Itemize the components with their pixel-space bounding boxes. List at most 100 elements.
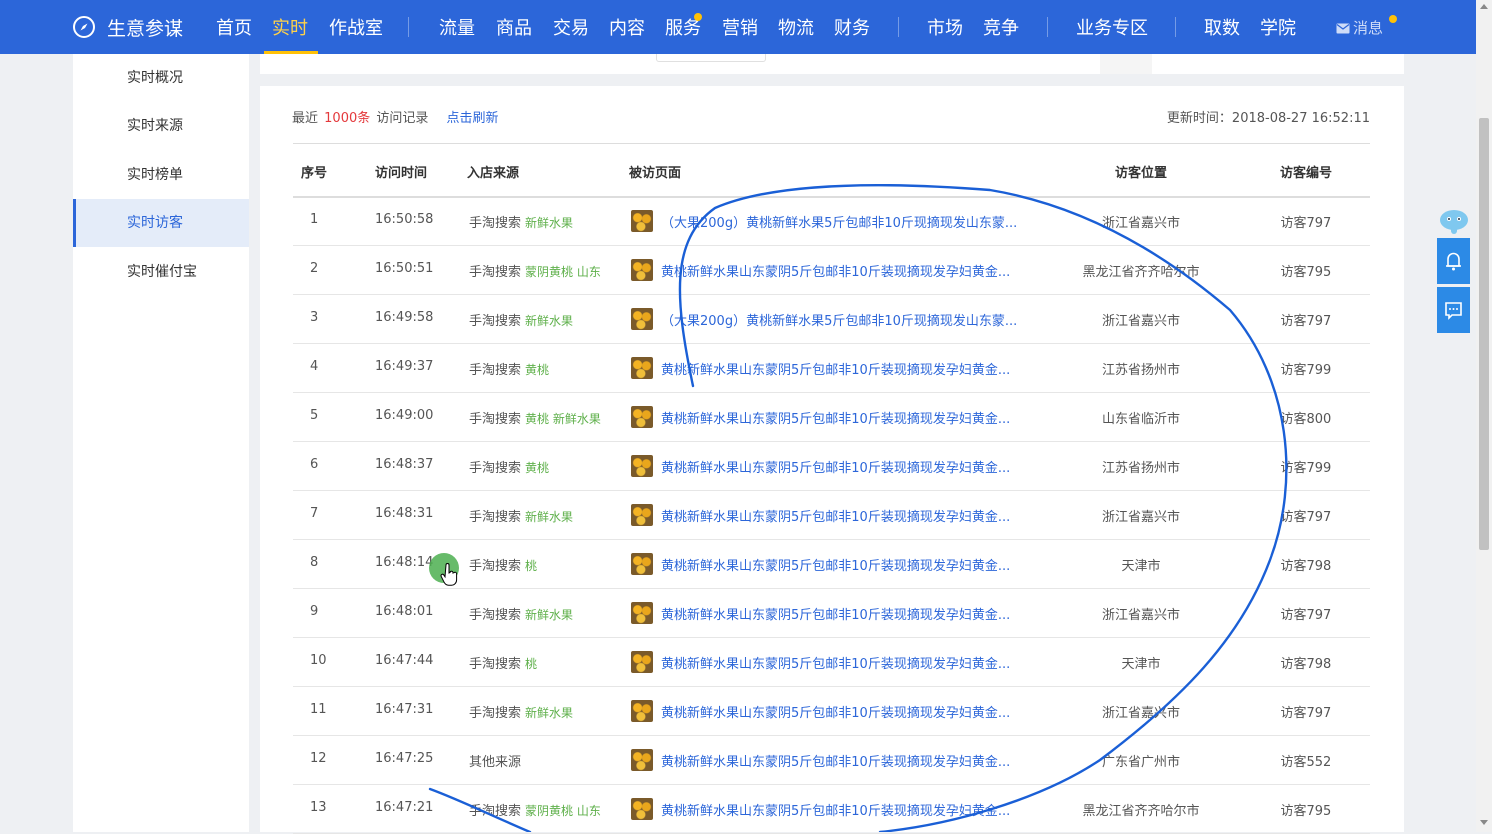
visited-page-link[interactable]: 黄桃新鲜水果山东蒙阴5斤包邮非10斤装现摘现发孕妇黄金... [661,555,1010,574]
visited-page-link[interactable]: （大果200g）黄桃新鲜水果5斤包邮非10斤现摘现发山东蒙... [661,310,1017,329]
search-keyword[interactable]: 新鲜水果 [525,510,573,524]
scroll-up-arrow[interactable] [1480,4,1488,9]
table-row: 1 16:50:58 手淘搜索 新鲜水果 （大果200g）黄桃新鲜水果5斤包邮非10斤现… [293,197,1370,246]
cell-visitor-id: 访客797 [1280,510,1332,525]
notification-button[interactable] [1437,238,1470,284]
cell-time: 16:50:58 [375,212,434,227]
sidebar-item-label: 实时概况 [127,70,183,86]
nav-data-fetch[interactable]: 取数 [1204,14,1240,40]
cell-location: 天津市 [1121,559,1161,574]
cell-no: 12 [310,751,327,766]
search-keyword[interactable]: 新鲜水果 [525,216,573,230]
sidebar-item-label: 实时催付宝 [127,264,197,280]
page-scrollbar[interactable] [1476,0,1492,832]
cell-no: 2 [310,261,319,276]
sidebar-item-payment-reminder[interactable]: 实时催付宝 [73,248,249,296]
elephant-icon[interactable] [1437,208,1471,236]
search-keyword[interactable]: 蒙阴黄桃 山东 [525,265,601,279]
nav-market[interactable]: 市场 [927,14,963,40]
cell-no: 6 [310,457,319,472]
sidebar-item-sources[interactable]: 实时来源 [73,102,249,150]
visited-page-link[interactable]: 黄桃新鲜水果山东蒙阴5斤包邮非10斤装现摘现发孕妇黄金... [661,457,1010,476]
visited-page-link[interactable]: 黄桃新鲜水果山东蒙阴5斤包邮非10斤装现摘现发孕妇黄金... [661,653,1010,672]
visited-page-link[interactable]: 黄桃新鲜水果山东蒙阴5斤包邮非10斤装现摘现发孕妇黄金... [661,800,1010,819]
visited-page-link[interactable]: 黄桃新鲜水果山东蒙阴5斤包邮非10斤装现摘现发孕妇黄金... [661,702,1010,721]
cell-location: 天津市 [1121,657,1161,672]
visited-page-link[interactable]: 黄桃新鲜水果山东蒙阴5斤包邮非10斤装现摘现发孕妇黄金... [661,751,1010,770]
search-keyword[interactable]: 桃 [525,657,537,671]
nav-content[interactable]: 内容 [609,14,645,40]
source-channel: 手淘搜索 [469,804,522,819]
update-time: 更新时间：2018-08-27 16:52:11 [1166,111,1370,126]
table-row: 4 16:49:37 手淘搜索 黄桃 黄桃新鲜水果山东蒙阴5斤包邮非10斤装现摘现发孕妇… [293,344,1370,393]
cell-visitor-id: 访客797 [1280,314,1332,329]
nav-business-zone[interactable]: 业务专区 [1076,14,1148,40]
sidebar-item-label: 实时榜单 [127,167,183,183]
summary-suffix: 访问记录 [376,111,429,126]
brand-title[interactable]: 生意参谋 [107,14,183,41]
nav-home[interactable]: 首页 [216,14,252,40]
cell-source: 手淘搜索 黄桃 [469,457,549,476]
nav-competition[interactable]: 竞争 [983,14,1019,40]
cell-visitor-id: 访客795 [1280,265,1332,280]
nav-goods[interactable]: 商品 [496,14,532,40]
product-thumbnail[interactable] [631,259,653,281]
compass-icon[interactable] [72,15,96,39]
product-thumbnail[interactable] [631,210,653,232]
visited-page-link[interactable]: 黄桃新鲜水果山东蒙阴5斤包邮非10斤装现摘现发孕妇黄金... [661,408,1010,427]
nav-traffic[interactable]: 流量 [439,14,475,40]
visited-page-link[interactable]: 黄桃新鲜水果山东蒙阴5斤包邮非10斤装现摘现发孕妇黄金... [661,359,1010,378]
cell-time: 16:50:51 [375,261,434,276]
scroll-down-arrow[interactable] [1480,820,1488,825]
cell-visitor-id: 访客797 [1280,608,1332,623]
cell-time: 16:48:14 [375,555,434,570]
product-thumbnail[interactable] [631,798,653,820]
nav-realtime[interactable]: 实时 [272,14,308,40]
nav-academy[interactable]: 学院 [1260,14,1296,40]
source-channel: 手淘搜索 [469,314,522,329]
search-keyword[interactable]: 黄桃 [525,461,549,475]
product-thumbnail[interactable] [631,651,653,673]
sidebar-item-visitors[interactable]: 实时访客 [73,199,249,247]
visited-page-link[interactable]: （大果200g）黄桃新鲜水果5斤包邮非10斤现摘现发山东蒙... [661,212,1017,231]
visited-page-link[interactable]: 黄桃新鲜水果山东蒙阴5斤包邮非10斤装现摘现发孕妇黄金... [661,261,1010,280]
visited-page-link[interactable]: 黄桃新鲜水果山东蒙阴5斤包邮非10斤装现摘现发孕妇黄金... [661,604,1010,623]
sidebar-item-rankings[interactable]: 实时榜单 [73,151,249,199]
nav-logistics[interactable]: 物流 [778,14,814,40]
nav-marketing[interactable]: 营销 [722,14,758,40]
chat-button[interactable] [1437,287,1470,333]
product-thumbnail[interactable] [631,308,653,330]
search-keyword[interactable]: 新鲜水果 [525,608,573,622]
search-keyword[interactable]: 黄桃 [525,363,549,377]
sidebar-item-overview[interactable]: 实时概况 [73,54,249,102]
search-keyword[interactable]: 桃 [525,559,537,573]
cell-source: 手淘搜索 新鲜水果 [469,212,573,231]
date-selector[interactable] [656,54,766,62]
product-thumbnail[interactable] [631,602,653,624]
product-thumbnail[interactable] [631,700,653,722]
message-badge [1389,15,1397,23]
search-keyword[interactable]: 黄桃 新鲜水果 [525,412,601,426]
scrollbar-thumb[interactable] [1479,118,1489,550]
cell-visitor-id: 访客798 [1280,657,1332,672]
nav-war-room[interactable]: 作战室 [329,14,383,40]
search-keyword[interactable]: 新鲜水果 [525,314,573,328]
visited-page-link[interactable]: 黄桃新鲜水果山东蒙阴5斤包邮非10斤装现摘现发孕妇黄金... [661,506,1010,525]
cell-time: 16:47:21 [375,800,434,815]
product-thumbnail[interactable] [631,406,653,428]
cell-location: 黑龙江省齐齐哈尔市 [1082,804,1200,819]
cell-visitor-id: 访客799 [1280,363,1332,378]
search-keyword[interactable]: 蒙阴黄桃 山东 [525,804,601,818]
message-button[interactable]: 消息 [1336,17,1383,38]
nav-finance[interactable]: 财务 [834,14,870,40]
nav-trade[interactable]: 交易 [553,14,589,40]
product-thumbnail[interactable] [631,749,653,771]
product-thumbnail[interactable] [631,357,653,379]
product-thumbnail[interactable] [631,504,653,526]
product-thumbnail[interactable] [631,455,653,477]
refresh-link[interactable]: 点击刷新 [447,111,499,126]
cell-source: 手淘搜索 新鲜水果 [469,310,573,329]
product-thumbnail[interactable] [631,553,653,575]
filter-button[interactable] [1100,54,1152,74]
search-keyword[interactable]: 新鲜水果 [525,706,573,720]
